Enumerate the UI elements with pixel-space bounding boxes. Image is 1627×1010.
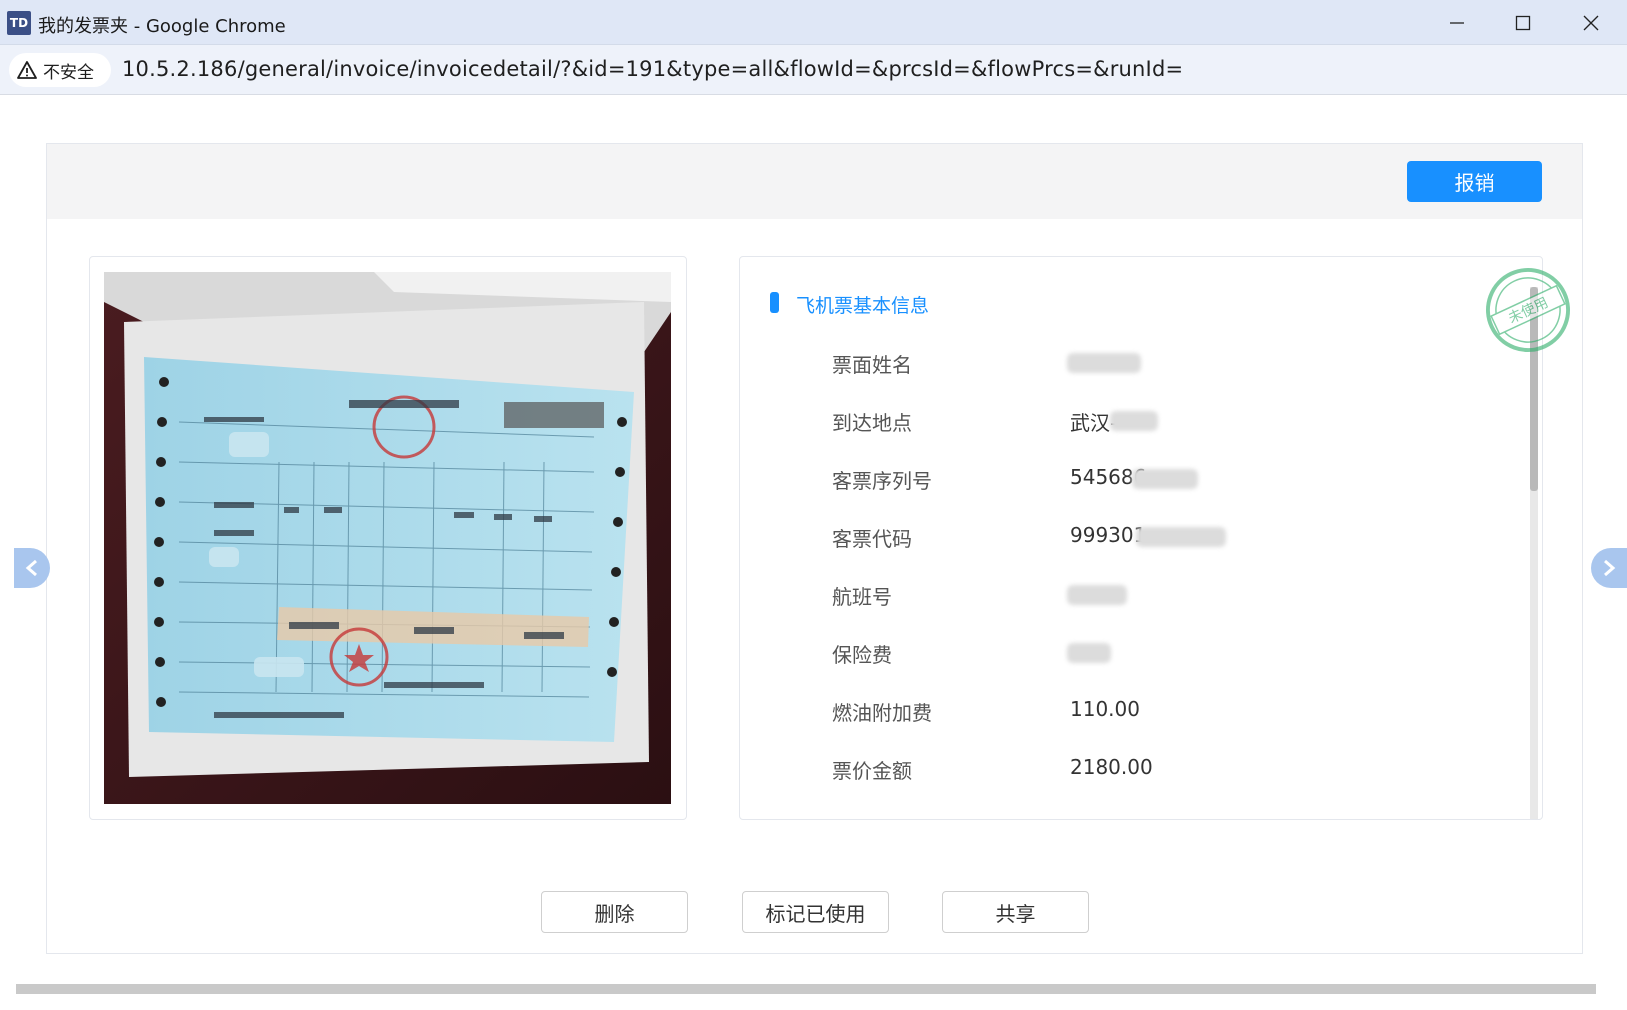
horizontal-scrollbar[interactable] [16, 984, 1596, 994]
redacted-value [1136, 527, 1226, 547]
invoice-detail-card: 报销 飞机票基本信息 票面姓名 到达地点 武汉- 客票序列号 545686 客票… [46, 143, 1583, 954]
redacted-value [1110, 411, 1158, 431]
field-label-ticket-code: 客票代码 [832, 527, 912, 551]
field-label-flight-number: 航班号 [832, 585, 892, 609]
field-label-arrival: 到达地点 [832, 411, 912, 435]
site-security-chip[interactable]: 不安全 [9, 53, 111, 87]
app-logo-icon: TD [7, 11, 31, 35]
field-label-ticket-serial: 客票序列号 [832, 469, 932, 493]
field-label-fuel-surcharge: 燃油附加费 [832, 701, 932, 725]
warning-triangle-icon [17, 61, 37, 79]
reimburse-button[interactable]: 报销 [1407, 161, 1542, 202]
close-button[interactable] [1558, 0, 1624, 45]
section-marker [770, 292, 779, 313]
minimize-button[interactable] [1424, 0, 1490, 45]
field-label-fare: 票价金额 [832, 759, 912, 783]
maximize-button[interactable] [1490, 0, 1556, 45]
share-button[interactable]: 共享 [942, 891, 1089, 933]
field-label-insurance: 保险费 [832, 643, 892, 667]
field-value-fare: 2180.00 [1070, 755, 1153, 779]
field-value-ticket-code: 999301 [1070, 523, 1147, 547]
url-field[interactable]: 10.5.2.186/general/invoice/invoicedetail… [122, 57, 1183, 81]
maximize-icon [1515, 15, 1531, 30]
ticket-photo-graphic [104, 272, 671, 804]
url-host: 10.5.2.186 [122, 57, 238, 81]
next-invoice-button[interactable] [1591, 548, 1627, 588]
address-bar: 不安全 10.5.2.186/general/invoice/invoicede… [0, 45, 1627, 95]
window-titlebar: TD 我的发票夹 - Google Chrome [0, 0, 1627, 45]
invoice-info-panel: 飞机票基本信息 票面姓名 到达地点 武汉- 客票序列号 545686 客票代码 … [739, 256, 1543, 820]
window-title: 我的发票夹 - Google Chrome [38, 16, 286, 37]
redacted-value [1132, 469, 1198, 489]
invoice-image-panel [89, 256, 687, 820]
redacted-value [1067, 353, 1141, 373]
mark-used-button[interactable]: 标记已使用 [742, 891, 889, 933]
redacted-value [1067, 585, 1127, 605]
section-title: 飞机票基本信息 [796, 295, 930, 317]
url-path: /general/invoice/invoicedetail/?&id=191&… [237, 57, 1184, 81]
unused-stamp-icon: 未使用 [1486, 268, 1570, 352]
close-icon [1583, 15, 1599, 30]
security-label: 不安全 [43, 62, 94, 83]
redacted-value [1067, 643, 1111, 663]
chevron-left-icon [25, 559, 37, 577]
card-header: 报销 [47, 144, 1582, 219]
field-label-passenger-name: 票面姓名 [832, 353, 912, 377]
minimize-icon [1450, 21, 1464, 24]
delete-button[interactable]: 删除 [541, 891, 688, 933]
prev-invoice-button[interactable] [14, 548, 50, 588]
page-content: 报销 飞机票基本信息 票面姓名 到达地点 武汉- 客票序列号 545686 客票… [0, 96, 1627, 1010]
ticket-photo[interactable] [104, 272, 671, 804]
field-value-fuel-surcharge: 110.00 [1070, 697, 1140, 721]
chevron-right-icon [1604, 559, 1616, 577]
